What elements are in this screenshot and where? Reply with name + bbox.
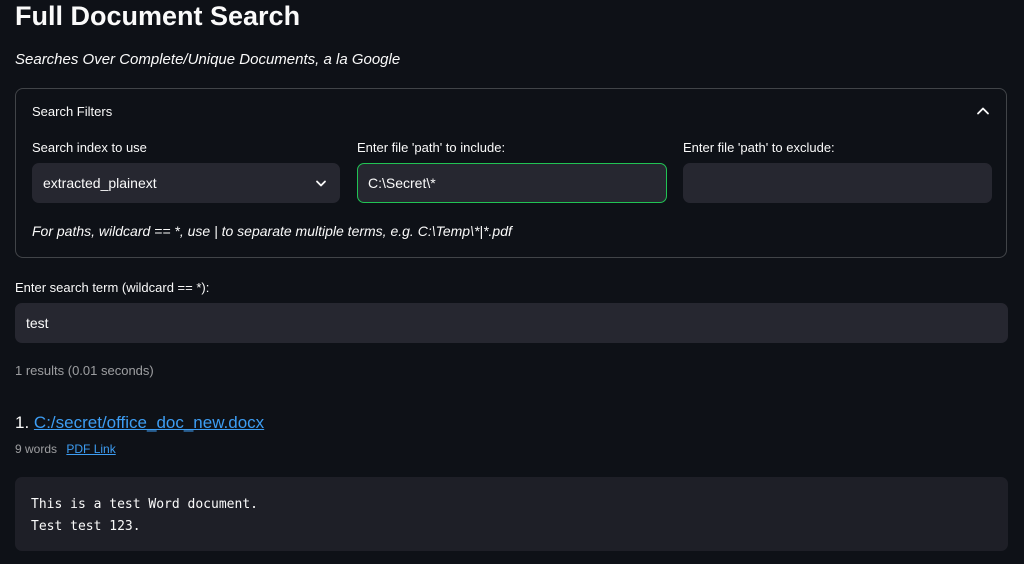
index-select-label: Search index to use <box>32 140 147 155</box>
path-wildcard-hint: For paths, wildcard == *, use | to separ… <box>32 223 512 239</box>
result-word-count: 9 words <box>15 442 58 456</box>
pdf-link[interactable]: PDF Link <box>66 442 115 456</box>
search-filters-header[interactable]: Search Filters <box>16 89 1006 135</box>
result-title: 1. C:/secret/office_doc_new.docx <box>15 413 264 433</box>
chevron-up-icon[interactable] <box>976 104 990 118</box>
search-filters-expander: Search Filters Search index to use extra… <box>15 88 1007 258</box>
exclude-path-label: Enter file 'path' to exclude: <box>683 140 835 155</box>
result-summary: 1 results (0.01 seconds) <box>15 363 154 378</box>
result-content-block: This is a test Word document. Test test … <box>15 477 1008 551</box>
result-meta: 9 words PDF Link <box>15 442 116 456</box>
search-term-label: Enter search term (wildcard == *): <box>15 280 210 295</box>
index-select-value: extracted_plainext <box>43 175 157 191</box>
exclude-path-input[interactable] <box>683 163 992 203</box>
chevron-down-icon <box>316 180 326 187</box>
result-number: 1. <box>15 413 30 432</box>
search-term-input[interactable] <box>15 303 1008 343</box>
include-path-label: Enter file 'path' to include: <box>357 140 506 155</box>
index-select[interactable]: extracted_plainext <box>32 163 340 203</box>
page-subtitle: Searches Over Complete/Unique Documents,… <box>15 51 401 68</box>
result-path-link[interactable]: C:/secret/office_doc_new.docx <box>34 413 264 432</box>
app-page: Full Document Search Searches Over Compl… <box>0 0 1024 564</box>
search-filters-title: Search Filters <box>32 104 113 119</box>
include-path-input[interactable] <box>357 163 667 203</box>
page-title: Full Document Search <box>15 1 301 31</box>
